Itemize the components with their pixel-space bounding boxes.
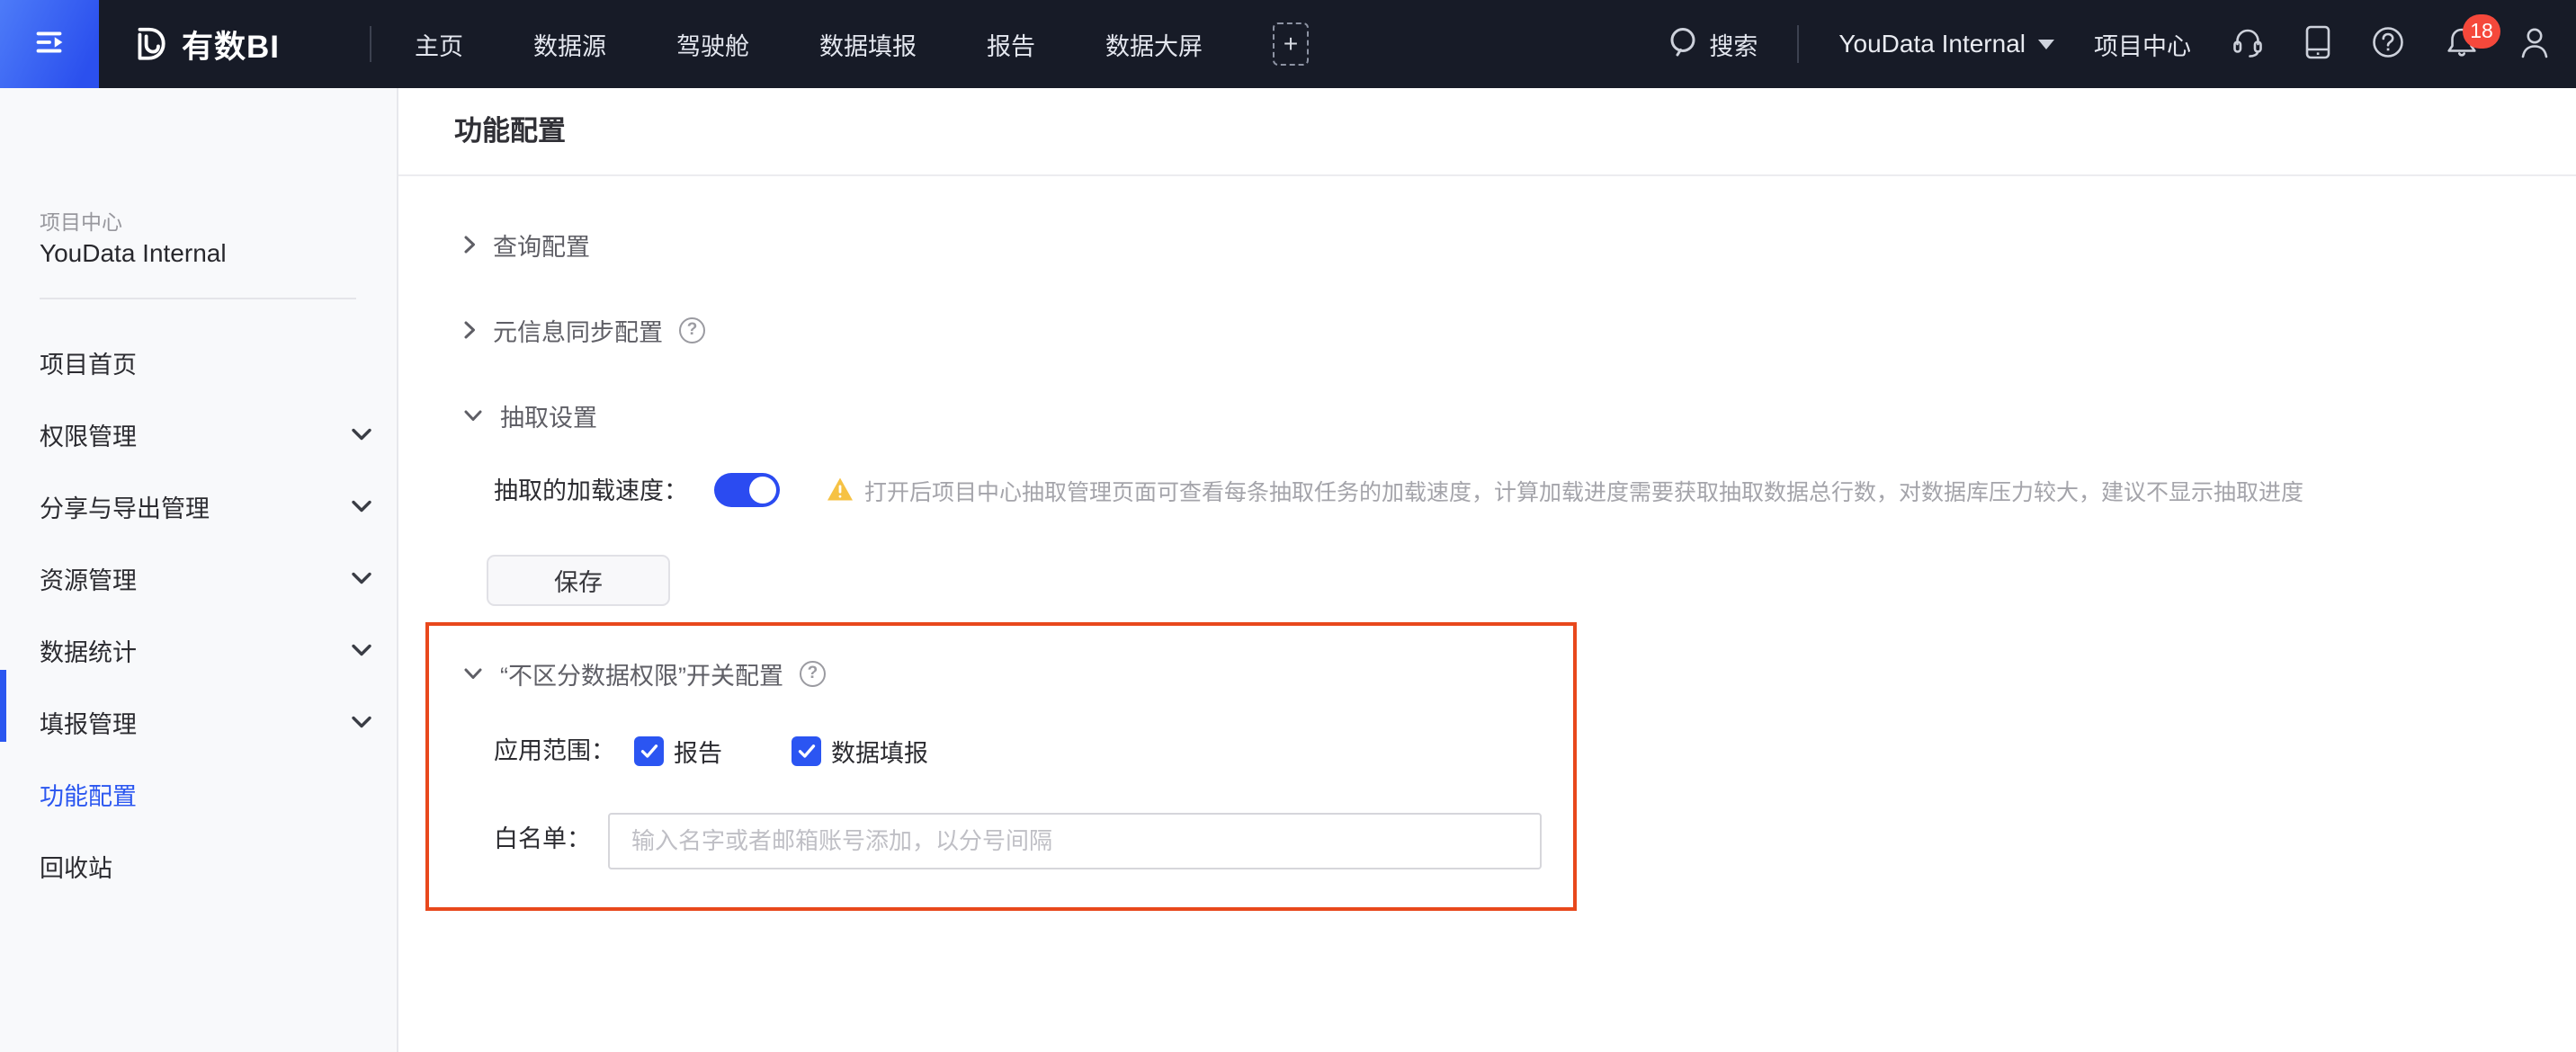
sidebar-item-recycle-bin[interactable]: 回收站 xyxy=(40,846,372,886)
youdata-logo-icon xyxy=(130,25,167,63)
warning-text: 打开后项目中心抽取管理页面可查看每条抽取任务的加载速度，计算加载进度需要获取抽取… xyxy=(864,475,2303,507)
help-button[interactable] xyxy=(2371,25,2405,64)
main-content: 功能配置 查询配置 元信息同步配置 ? 抽取设置 抽取的加载速度： xyxy=(398,88,2576,1052)
chevron-down-icon xyxy=(351,571,372,585)
section-label: 抽取设置 xyxy=(500,398,597,433)
sidebar-item-label: 资源管理 xyxy=(40,561,137,596)
sidebar-item-permission-management[interactable]: 权限管理 xyxy=(40,415,372,454)
sidebar-item-label: 权限管理 xyxy=(40,417,137,452)
sidebar-divider xyxy=(40,298,356,299)
scope-label: 应用范围： xyxy=(494,733,615,769)
page-header: 功能配置 xyxy=(398,88,2576,176)
chevron-down-icon xyxy=(462,408,484,423)
chevron-right-icon xyxy=(462,234,477,255)
sidebar-item-project-home[interactable]: 项目首页 xyxy=(40,343,372,382)
active-item-indicator xyxy=(0,670,6,742)
project-center-link[interactable]: 项目中心 xyxy=(2094,27,2191,62)
checkbox-checked-icon[interactable] xyxy=(634,736,664,766)
whitelist-input[interactable] xyxy=(608,813,1542,869)
nav-item-home[interactable]: 主页 xyxy=(415,27,463,62)
sidebar-context-label: 项目中心 xyxy=(40,205,122,236)
warning-triangle-icon xyxy=(827,477,854,506)
checkbox-label: 数据填报 xyxy=(831,734,928,769)
help-circle-icon[interactable]: ? xyxy=(679,317,705,343)
section-label: 元信息同步配置 xyxy=(493,313,663,348)
scope-option-datafill[interactable]: 数据填报 xyxy=(792,733,928,769)
nav-item-bigscreen[interactable]: 数据大屏 xyxy=(1105,27,1203,62)
topbar: 有数BI 主页 数据源 驾驶舱 数据填报 报告 数据大屏 + 搜索 xyxy=(0,0,2576,88)
support-button[interactable] xyxy=(2231,26,2265,63)
section-data-permission-switch-config[interactable]: “不区分数据权限”开关配置 ? xyxy=(462,655,826,691)
question-circle-icon xyxy=(2371,25,2405,64)
sidebar-item-label: 数据统计 xyxy=(40,633,137,668)
search-icon xyxy=(1668,26,1700,63)
user-icon xyxy=(2518,25,2551,64)
nav-item-dashboard[interactable]: 驾驶舱 xyxy=(676,27,749,62)
brand[interactable]: 有数BI xyxy=(130,22,280,67)
sidebar-project-name: YouData Internal xyxy=(40,239,227,268)
topbar-divider xyxy=(1797,25,1799,63)
notification-badge: 18 xyxy=(2463,14,2500,49)
section-label: 查询配置 xyxy=(493,227,590,263)
section-label: “不区分数据权限”开关配置 xyxy=(500,656,783,691)
sidebar-item-label: 项目首页 xyxy=(40,345,137,380)
whitelist-label: 白名单： xyxy=(494,821,591,857)
chevron-down-icon xyxy=(351,643,372,657)
section-query-config[interactable]: 查询配置 xyxy=(462,227,590,263)
extract-speed-warning: 打开后项目中心抽取管理页面可查看每条抽取任务的加载速度，计算加载进度需要获取抽取… xyxy=(827,473,2303,509)
chevron-right-icon xyxy=(462,319,477,341)
extract-speed-label: 抽取的加载速度： xyxy=(494,473,688,509)
sidebar-item-feature-config[interactable]: 功能配置 xyxy=(40,688,372,727)
nav-item-datafill[interactable]: 数据填报 xyxy=(819,27,917,62)
chevron-down-icon xyxy=(462,666,484,681)
sidebar-toggle-button[interactable] xyxy=(0,0,99,88)
page-title: 功能配置 xyxy=(454,88,566,174)
search-label: 搜索 xyxy=(1709,27,1758,62)
checkbox-label: 报告 xyxy=(674,734,722,769)
app-window: 有数BI 主页 数据源 驾驶舱 数据填报 报告 数据大屏 + 搜索 xyxy=(0,0,2576,1052)
sidebar-item-label: 分享与导出管理 xyxy=(40,489,210,524)
sidebar: 项目中心 YouData Internal 项目首页 权限管理 分享与导出管理 … xyxy=(0,88,398,1052)
chevron-down-icon xyxy=(2038,40,2054,49)
brand-name: 有数BI xyxy=(182,22,280,67)
plus-icon: + xyxy=(1284,30,1298,58)
scope-option-report[interactable]: 报告 xyxy=(634,733,722,769)
save-button[interactable]: 保存 xyxy=(487,555,670,606)
topbar-right: 搜索 YouData Internal 项目中心 xyxy=(1668,24,2576,65)
sidebar-item-label: 功能配置 xyxy=(40,777,137,812)
workspace-selector[interactable]: YouData Internal xyxy=(1838,30,2054,58)
mobile-app-button[interactable] xyxy=(2304,24,2331,65)
search-button[interactable]: 搜索 xyxy=(1668,26,1758,63)
mobile-device-icon xyxy=(2304,24,2331,65)
sidebar-item-resource-management[interactable]: 资源管理 xyxy=(40,558,372,598)
hamburger-expand-icon xyxy=(29,22,70,67)
section-extract-settings[interactable]: 抽取设置 xyxy=(462,397,597,433)
sidebar-item-label: 回收站 xyxy=(40,849,112,884)
extract-speed-toggle[interactable] xyxy=(714,473,780,507)
section-meta-sync-config[interactable]: 元信息同步配置 ? xyxy=(462,312,705,348)
sidebar-item-share-export-management[interactable]: 分享与导出管理 xyxy=(40,486,372,526)
sidebar-item-data-statistics[interactable]: 数据统计 xyxy=(40,630,372,670)
account-button[interactable] xyxy=(2518,25,2551,64)
help-circle-icon[interactable]: ? xyxy=(800,661,826,687)
workspace-name: YouData Internal xyxy=(1838,30,2026,58)
headset-icon xyxy=(2231,26,2265,63)
main-nav: 主页 数据源 驾驶舱 数据填报 报告 数据大屏 + xyxy=(415,22,1309,66)
chevron-down-icon xyxy=(351,499,372,513)
notifications-button[interactable]: 18 xyxy=(2445,25,2479,64)
toggle-knob xyxy=(749,477,776,504)
nav-item-report[interactable]: 报告 xyxy=(987,27,1035,62)
checkbox-checked-icon[interactable] xyxy=(792,736,821,766)
chevron-down-icon xyxy=(351,427,372,441)
add-nav-button[interactable]: + xyxy=(1273,22,1309,66)
nav-item-datasource[interactable]: 数据源 xyxy=(533,27,606,62)
topbar-divider xyxy=(370,26,371,62)
